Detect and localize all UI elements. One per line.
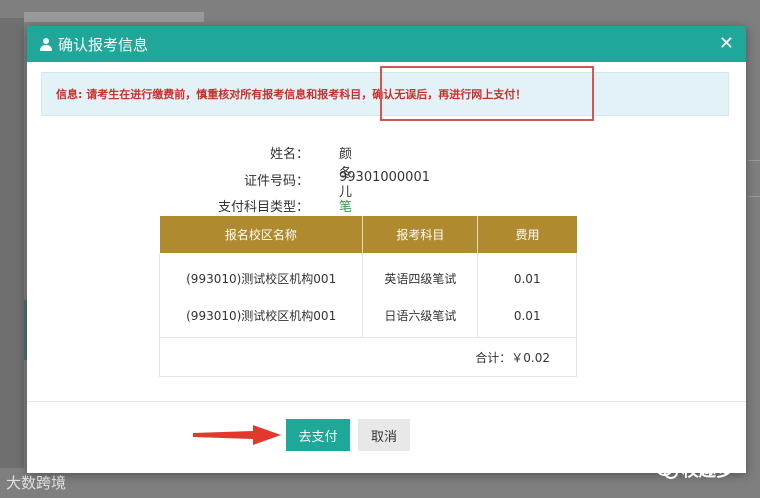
dialog-header: 确认报考信息 ✕ — [27, 26, 746, 62]
background-sidebar — [0, 18, 24, 468]
watermark-left-text: 大数跨境 — [6, 474, 67, 492]
background-divider — [748, 160, 760, 161]
pay-button[interactable]: 去支付 — [286, 419, 350, 451]
total-amount: 合计：￥0.02 — [159, 337, 577, 377]
close-icon[interactable]: ✕ — [719, 35, 734, 53]
fee-cell: 0.01 — [477, 297, 577, 338]
column-header: 报名校区名称 — [159, 216, 364, 253]
fee-cell: 0.01 — [477, 253, 577, 297]
name-label: 姓名： — [269, 147, 309, 162]
arrow-icon — [193, 425, 281, 445]
subject-cell: 英语四级笔试 — [362, 253, 479, 297]
background-tab — [24, 12, 204, 22]
watermark-right: 校趣多 — [656, 456, 733, 481]
watermark-right-text: 校趣多 — [682, 461, 733, 481]
alert-text: 信息: 请考生在进行缴费前，慎重核对所有报考信息和报考科目，确认无误后，再进行网… — [56, 88, 527, 101]
footer-divider — [27, 401, 746, 402]
subject-cell: 日语六级笔试 — [362, 297, 479, 338]
wechat-icon — [656, 460, 678, 479]
table-row: (993010)测试校区机构001 日语六级笔试 0.01 — [158, 297, 577, 338]
watermark-left: 大数跨境 — [6, 472, 66, 493]
id-value: 99301000001 — [339, 170, 430, 185]
column-header: 报考科目 — [362, 216, 479, 253]
user-icon — [40, 37, 52, 51]
column-header: 费用 — [477, 216, 577, 253]
total-row: 合计：￥0.02 — [159, 337, 577, 377]
table-row: (993010)测试校区机构001 英语四级笔试 0.01 — [158, 253, 577, 297]
cancel-button[interactable]: 取消 — [358, 419, 410, 451]
table-header-row: 报名校区名称 报考科目 费用 — [159, 216, 577, 253]
warning-alert: 信息: 请考生在进行缴费前，慎重核对所有报考信息和报考科目，确认无误后，再进行网… — [41, 72, 729, 116]
fee-table: 报名校区名称 报考科目 费用 (993010)测试校区机构001 英语四级笔试 … — [158, 216, 577, 377]
campus-cell: (993010)测试校区机构001 — [158, 297, 364, 338]
campus-cell: (993010)测试校区机构001 — [158, 253, 364, 297]
background-divider — [748, 196, 760, 197]
payment-type-label: 支付科目类型： — [217, 200, 309, 215]
id-label: 证件号码： — [243, 174, 309, 189]
dialog-title: 确认报考信息 — [58, 35, 149, 54]
confirm-registration-dialog: 确认报考信息 ✕ 信息: 请考生在进行缴费前，慎重核对所有报考信息和报考科目，确… — [27, 26, 746, 473]
